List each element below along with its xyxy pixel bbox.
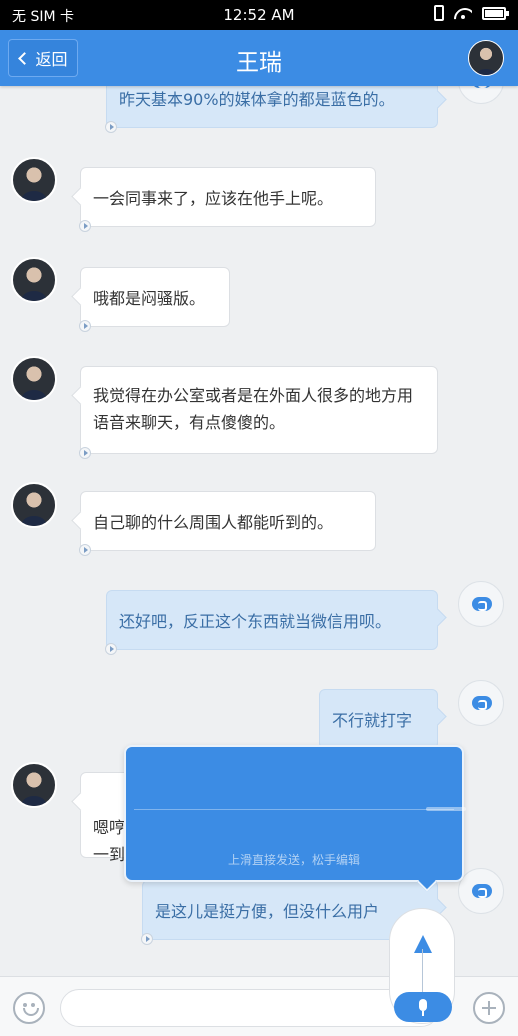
avatar[interactable] [11,257,57,303]
avatar[interactable] [11,356,57,402]
recording-hint: 上滑直接发送，松手编辑 [227,853,360,867]
voice-icon[interactable] [458,680,504,726]
avatar[interactable] [11,482,57,528]
message-text: 不行就打字 [332,711,413,730]
message-input[interactable] [60,989,440,1027]
play-icon[interactable] [141,933,153,945]
message-bubble-received[interactable]: 一会同事来了，应该在他手上呢。 [79,167,376,232]
message-bubble-received[interactable]: 我觉得在办公室或者是在外面人很多的地方用语音来聊天，有点傻傻的。 [79,366,438,459]
battery-icon [482,6,509,20]
voice-icon[interactable] [458,868,504,914]
status-bar: 无 SIM 卡 12:52 AM [0,0,518,30]
chat-header: 返回 王瑞 [0,30,518,86]
avatar[interactable] [11,762,57,808]
contact-avatar[interactable] [468,40,504,76]
emoji-button[interactable] [13,992,45,1024]
voice-icon[interactable] [458,581,504,627]
message-text: 一会同事来了，应该在他手上呢。 [93,189,334,208]
page-title: 王瑞 [236,50,282,76]
waveform-peak [426,807,466,811]
mic-button[interactable] [394,992,452,1022]
vibrate-icon [434,5,444,21]
play-icon[interactable] [79,544,91,556]
message-text: 昨天基本90%的媒体拿的都是蓝色的。 [119,90,395,109]
message-text: 是这儿是挺方便，但没什么用户 [155,902,380,921]
message-text: 我觉得在办公室或者是在外面人很多的地方用语音来聊天，有点傻傻的。 [93,386,414,432]
message-text: 哦都是闷骚版。 [93,289,206,308]
play-icon[interactable] [79,220,91,232]
message-text: 自己聊的什么周围人都能听到的。 [93,513,334,532]
play-icon[interactable] [105,643,117,655]
mic-icon [419,999,427,1011]
waveform [134,809,454,810]
play-icon[interactable] [79,447,91,459]
voice-recording-panel: 上滑直接发送，松手编辑 [124,745,466,892]
play-icon[interactable] [79,320,91,332]
message-text: 还好吧，反正这个东西就当微信用呗。 [119,612,392,631]
arrow-up-icon [414,935,432,953]
message-bubble-sent[interactable]: 不行就打字 [319,689,438,749]
mic-stand [422,1011,424,1016]
wifi-icon [454,6,472,20]
status-icons [434,5,509,21]
avatar[interactable] [11,157,57,203]
message-bubble-sent[interactable]: 还好吧，反正这个东西就当微信用呗。 [105,590,438,655]
message-text: 嗯哼 一到 [93,818,126,864]
message-bubble-received[interactable]: 自己聊的什么周围人都能听到的。 [79,491,376,556]
message-bubble-received[interactable]: 哦都是闷骚版。 [79,267,230,332]
play-icon[interactable] [105,121,117,133]
add-button[interactable] [473,992,505,1024]
